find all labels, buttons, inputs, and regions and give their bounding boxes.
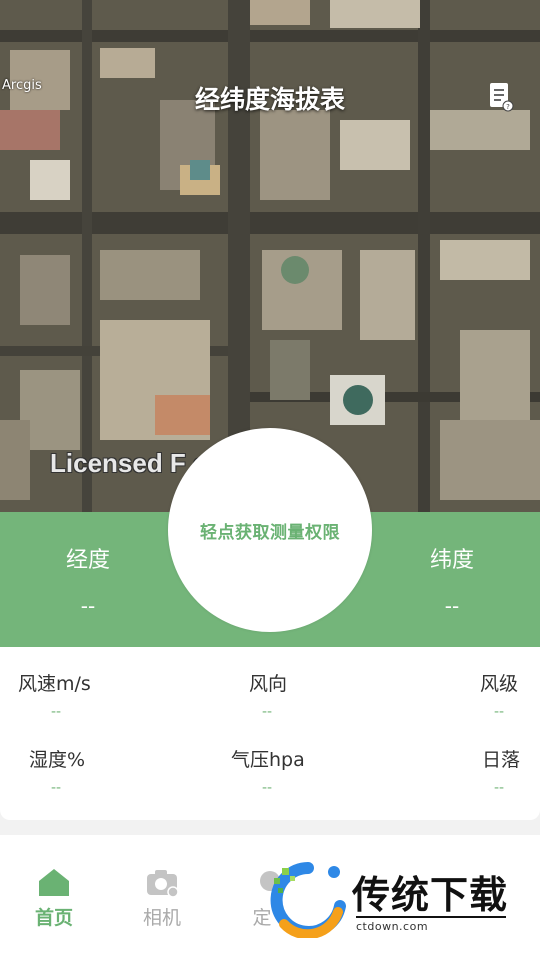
wind-speed-value: -- <box>51 704 62 720</box>
site-logo: 传统下载 ctdown.com <box>268 862 518 938</box>
measure-permission-label: 轻点获取测量权限 <box>200 522 340 543</box>
longitude-label: 经度 <box>65 548 110 573</box>
wind-direction-label: 风向 <box>249 673 288 695</box>
wind-speed-label: 风速m/s <box>18 673 91 695</box>
logo-mark-icon <box>270 862 346 938</box>
nav-item-camera[interactable]: 相机 <box>132 867 192 930</box>
home-icon <box>39 869 69 896</box>
camera-icon <box>147 870 179 898</box>
longitude-value: -- <box>80 594 96 618</box>
nav-label-camera: 相机 <box>142 907 181 929</box>
latitude-value: -- <box>444 594 460 618</box>
humidity-value: -- <box>51 780 62 796</box>
measure-permission-button[interactable]: 轻点获取测量权限 <box>168 428 372 632</box>
humidity-label: 湿度% <box>29 749 86 771</box>
wind-level-label: 风级 <box>480 673 519 695</box>
pressure-label: 气压hpa <box>231 749 305 771</box>
weather-card: 风速m/s -- 风向 -- 风级 -- 湿度% -- 气压hpa -- 日落 … <box>0 647 540 820</box>
page-title: 经纬度海拔表 <box>194 85 345 114</box>
nav-label-home: 首页 <box>34 907 73 929</box>
sunset-value: -- <box>494 780 505 796</box>
pressure-value: -- <box>262 780 273 796</box>
nav-item-home[interactable]: 首页 <box>24 867 84 930</box>
logo-domain: ctdown.com <box>356 920 429 933</box>
logo-text: 传统下载 <box>352 873 509 917</box>
sunset-label: 日落 <box>482 749 521 771</box>
document-help-icon[interactable]: ? <box>488 82 514 112</box>
wind-direction-value: -- <box>262 704 273 720</box>
wind-level-value: -- <box>494 704 505 720</box>
latitude-label: 纬度 <box>429 548 474 573</box>
logo-divider <box>356 916 506 918</box>
svg-text:?: ? <box>506 103 510 111</box>
